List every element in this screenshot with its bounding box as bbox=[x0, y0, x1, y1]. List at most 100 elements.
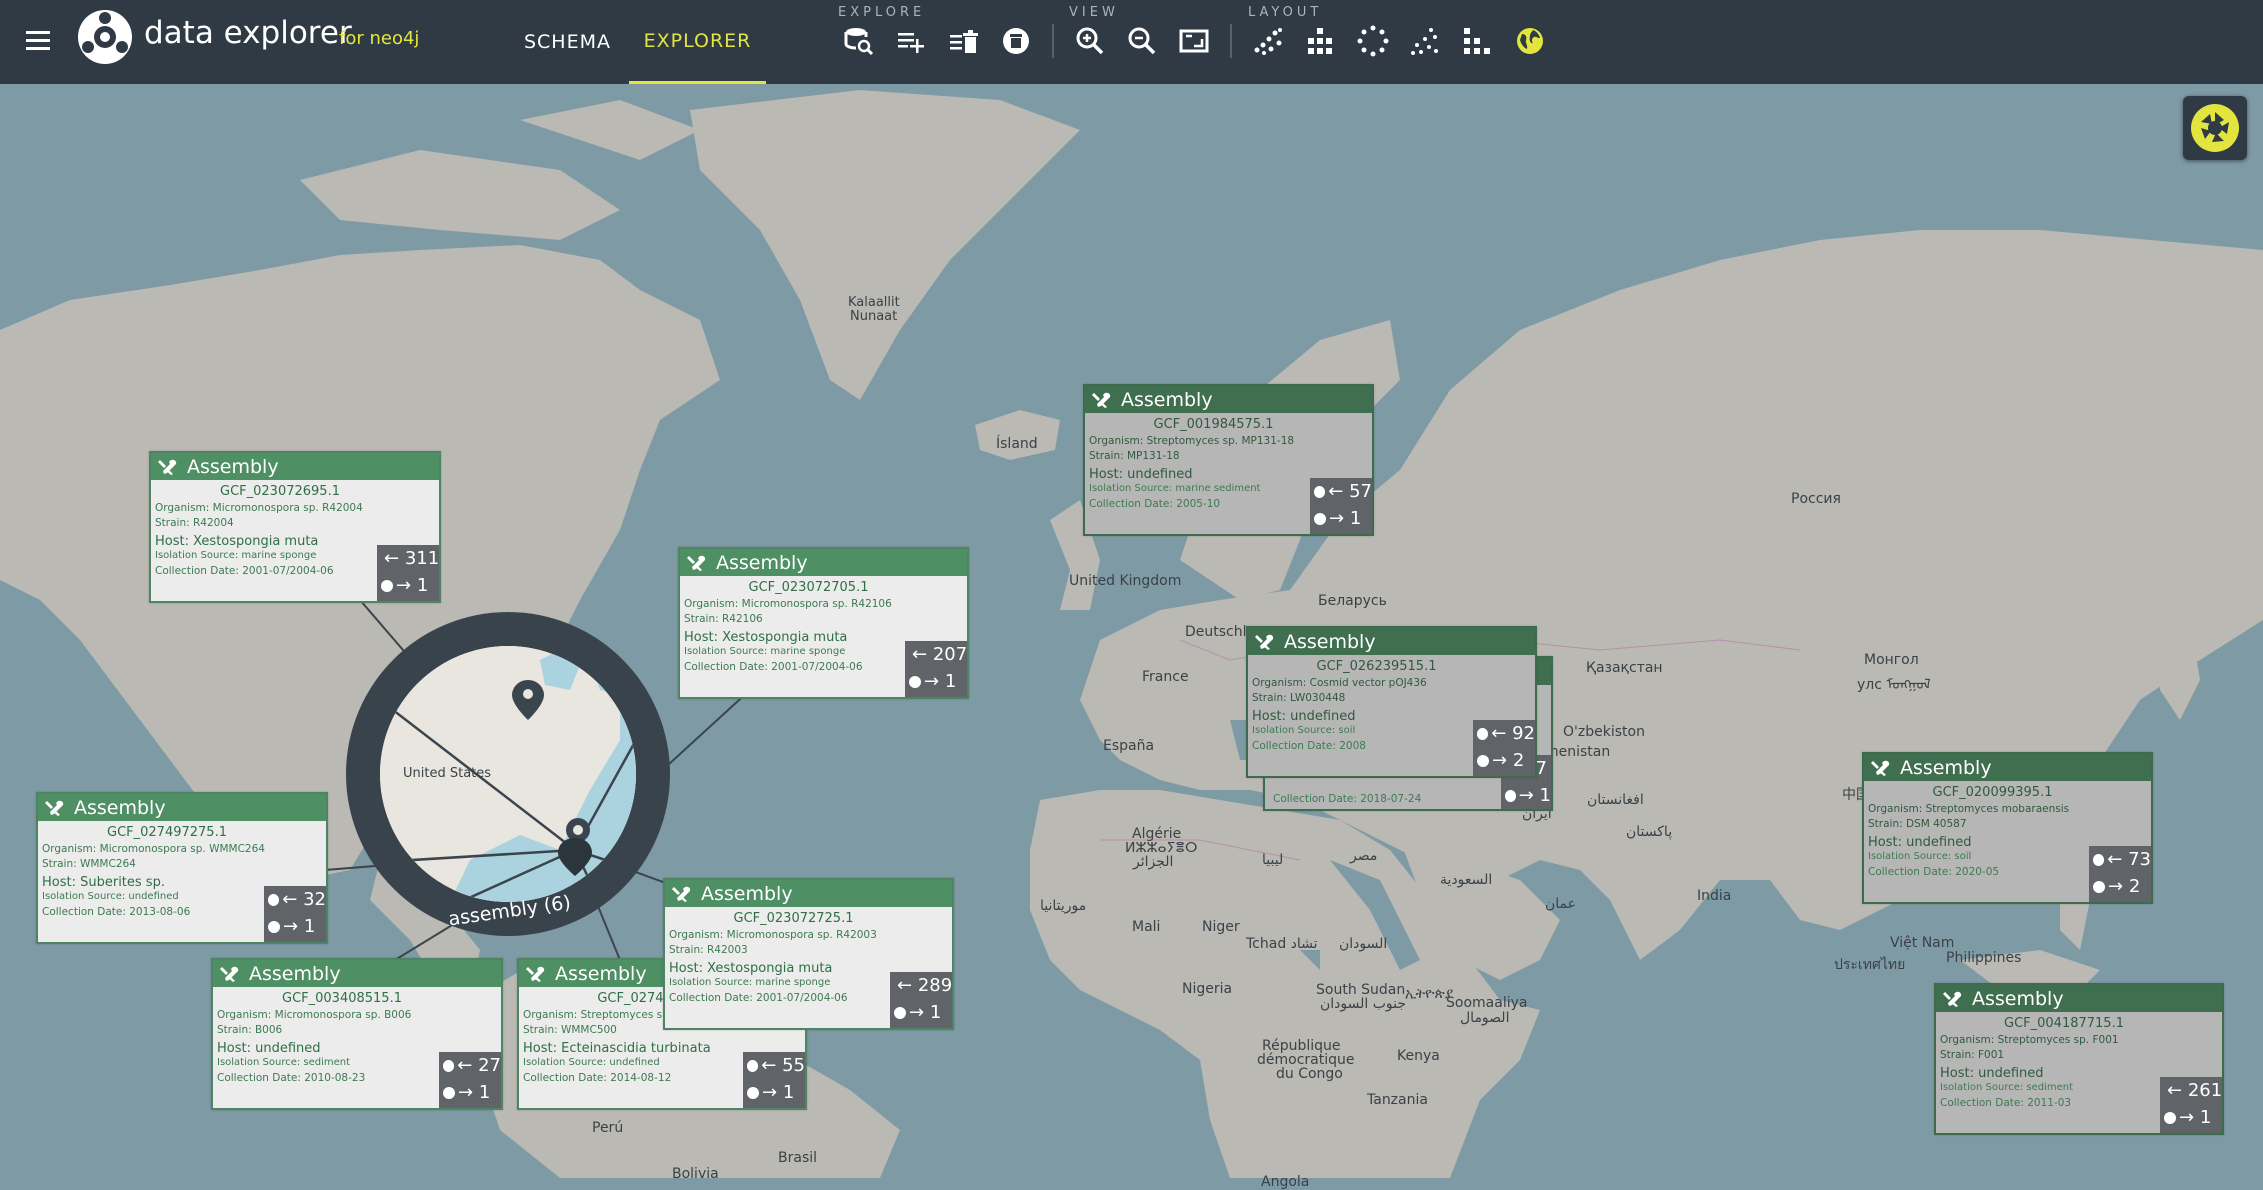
node-header: Assembly bbox=[151, 453, 439, 480]
out-degree[interactable]: → 1 bbox=[743, 1079, 805, 1106]
map-label: جنوب السودان bbox=[1320, 996, 1407, 1012]
menu-icon[interactable] bbox=[24, 28, 56, 56]
node-label: Assembly bbox=[716, 551, 808, 574]
stop-icon[interactable] bbox=[997, 22, 1035, 60]
node-id: GCF_023072705.1 bbox=[748, 580, 869, 595]
node-label: Assembly bbox=[74, 796, 166, 819]
map-label: ليبيا bbox=[1262, 852, 1284, 868]
capture-button[interactable] bbox=[2183, 96, 2247, 160]
fit-screen-icon[interactable] bbox=[1175, 22, 1213, 60]
out-degree[interactable]: → 1 bbox=[439, 1079, 501, 1106]
add-list-icon[interactable] bbox=[892, 22, 930, 60]
node-card[interactable]: Assembly GCF_027497275.1 Organism: Micromo… bbox=[36, 792, 328, 944]
explore-group-label: EXPLORE bbox=[838, 5, 926, 20]
in-degree[interactable]: ← 57 bbox=[1310, 478, 1372, 505]
out-degree[interactable]: → 1 bbox=[1310, 505, 1372, 532]
clear-icon[interactable] bbox=[945, 22, 983, 60]
node-strain: Strain: WMMC264 bbox=[42, 858, 136, 870]
node-label: Assembly bbox=[1284, 630, 1376, 653]
node-strain: Strain: R42004 bbox=[155, 517, 234, 529]
degree-badge[interactable]: ← 32 → 1 bbox=[264, 886, 326, 942]
map-label: Việt Nam bbox=[1890, 935, 1955, 951]
node-id: GCF_023072725.1 bbox=[733, 911, 854, 926]
node-header: Assembly bbox=[1085, 386, 1372, 413]
node-card[interactable]: Assembly GCF_001984575.1 Organism: Strepto… bbox=[1083, 384, 1374, 536]
toolbar-divider bbox=[1052, 24, 1054, 58]
in-degree[interactable]: ← 55 bbox=[743, 1052, 805, 1079]
node-organism: Organism: Micromonospora sp. R42003 bbox=[669, 929, 877, 941]
in-degree[interactable]: ← 73 bbox=[2089, 846, 2151, 873]
map-label: Angola bbox=[1261, 1174, 1310, 1190]
node-date: Collection Date: 2018-07-24 bbox=[1273, 793, 1422, 805]
map-label: France bbox=[1142, 669, 1189, 685]
map-label: Беларусь bbox=[1318, 593, 1387, 609]
degree-badge[interactable]: ← 311 → 1 bbox=[377, 545, 439, 601]
zoom-in-icon[interactable] bbox=[1071, 22, 1109, 60]
node-header: Assembly bbox=[38, 794, 326, 821]
hierarchy-layout-icon[interactable] bbox=[1458, 22, 1496, 60]
degree-badge[interactable]: ← 55 → 1 bbox=[743, 1052, 805, 1108]
node-organism: Organism: Streptomyces mobaraensis bbox=[1868, 803, 2070, 815]
database-search-icon[interactable] bbox=[840, 22, 878, 60]
map-label: السودان bbox=[1339, 936, 1388, 952]
force-layout-icon[interactable] bbox=[1249, 22, 1287, 60]
in-degree[interactable]: ← 261 bbox=[2160, 1077, 2222, 1104]
in-degree[interactable]: ← 32 bbox=[264, 886, 326, 913]
out-degree[interactable]: → 1 bbox=[377, 572, 439, 599]
node-id: GCF_020099395.1 bbox=[1932, 785, 2053, 800]
node-organism: Organism: Micromonospora sp. WMMC264 bbox=[42, 843, 265, 855]
tab-explorer[interactable]: EXPLORER bbox=[629, 0, 766, 84]
map-label: افغانستان bbox=[1587, 792, 1644, 808]
in-degree[interactable]: ← 92 bbox=[1473, 720, 1535, 747]
node-card[interactable]: Assembly GCF_003408515.1 Organism: Micromo… bbox=[211, 958, 503, 1110]
tab-schema[interactable]: SCHEMA bbox=[515, 0, 620, 84]
zoom-out-icon[interactable] bbox=[1123, 22, 1161, 60]
circle-layout-icon[interactable] bbox=[1354, 22, 1392, 60]
node-header: Assembly bbox=[1248, 628, 1535, 655]
out-degree[interactable]: → 1 bbox=[2160, 1104, 2222, 1131]
node-label: Assembly bbox=[1900, 756, 1992, 779]
geo-layout-icon[interactable] bbox=[1511, 22, 1549, 60]
node-id: GCF_026239515.1 bbox=[1316, 659, 1437, 674]
node-header: Assembly bbox=[213, 960, 501, 987]
node-card[interactable]: Assembly GCF_026239515.1 Organism: Cosmid … bbox=[1246, 626, 1537, 778]
node-card[interactable]: Assembly GCF_023072705.1 Organism: Micromo… bbox=[678, 547, 969, 699]
node-card[interactable]: Assembly GCF_023072695.1 Organism: Micromo… bbox=[149, 451, 441, 603]
map-label: Tchad تشاد bbox=[1246, 936, 1318, 952]
in-degree[interactable]: ← 207 bbox=[905, 641, 967, 668]
in-degree[interactable]: ← 27 bbox=[439, 1052, 501, 1079]
cluster-inner-label: United States bbox=[403, 766, 492, 781]
degree-badge[interactable]: ← 261 → 1 bbox=[2160, 1077, 2222, 1133]
out-degree[interactable]: → 1 bbox=[264, 913, 326, 940]
degree-badge[interactable]: ← 57 → 1 bbox=[1310, 478, 1372, 534]
node-label: Assembly bbox=[249, 962, 341, 985]
out-degree[interactable]: → 2 bbox=[1473, 747, 1535, 774]
degree-badge[interactable]: ← 27 → 1 bbox=[439, 1052, 501, 1108]
random-layout-icon[interactable] bbox=[1406, 22, 1444, 60]
in-degree[interactable]: ← 289 bbox=[890, 972, 952, 999]
assembly-tools-icon bbox=[1255, 634, 1274, 650]
degree-badge[interactable]: ← 289 → 1 bbox=[890, 972, 952, 1028]
degree-badge[interactable]: ← 207 → 1 bbox=[905, 641, 967, 697]
map-label: الجزائر bbox=[1133, 854, 1174, 870]
out-degree[interactable]: → 1 bbox=[890, 999, 952, 1026]
node-strain: Strain: LW030448 bbox=[1252, 692, 1346, 704]
node-organism: Organism: Micromonospora sp. R42004 bbox=[155, 502, 363, 514]
degree-badge[interactable]: ← 73 → 2 bbox=[2089, 846, 2151, 902]
in-degree[interactable]: ← 311 bbox=[377, 545, 439, 572]
node-card[interactable]: Assembly GCF_020099395.1 Organism: Strepto… bbox=[1862, 752, 2153, 904]
map-label: Niger bbox=[1202, 919, 1240, 935]
node-card[interactable]: Assembly GCF_004187715.1 Organism: Strepto… bbox=[1934, 983, 2224, 1135]
map-label: menistan bbox=[1545, 744, 1611, 760]
node-card[interactable]: Assembly GCF_023072725.1 Organism: Micromo… bbox=[663, 878, 954, 1030]
map-label: India bbox=[1697, 888, 1732, 904]
grid-layout-icon[interactable] bbox=[1301, 22, 1339, 60]
map-label: مصر bbox=[1350, 848, 1378, 864]
degree-badge[interactable]: ← 92 → 2 bbox=[1473, 720, 1535, 776]
map-label: México bbox=[400, 876, 449, 892]
out-degree[interactable]: → 1 bbox=[905, 668, 967, 695]
node-label: Assembly bbox=[701, 882, 793, 905]
out-degree[interactable]: → 2 bbox=[2089, 873, 2151, 900]
node-header: Assembly bbox=[665, 880, 952, 907]
node-label: Assembly bbox=[1972, 987, 2064, 1010]
